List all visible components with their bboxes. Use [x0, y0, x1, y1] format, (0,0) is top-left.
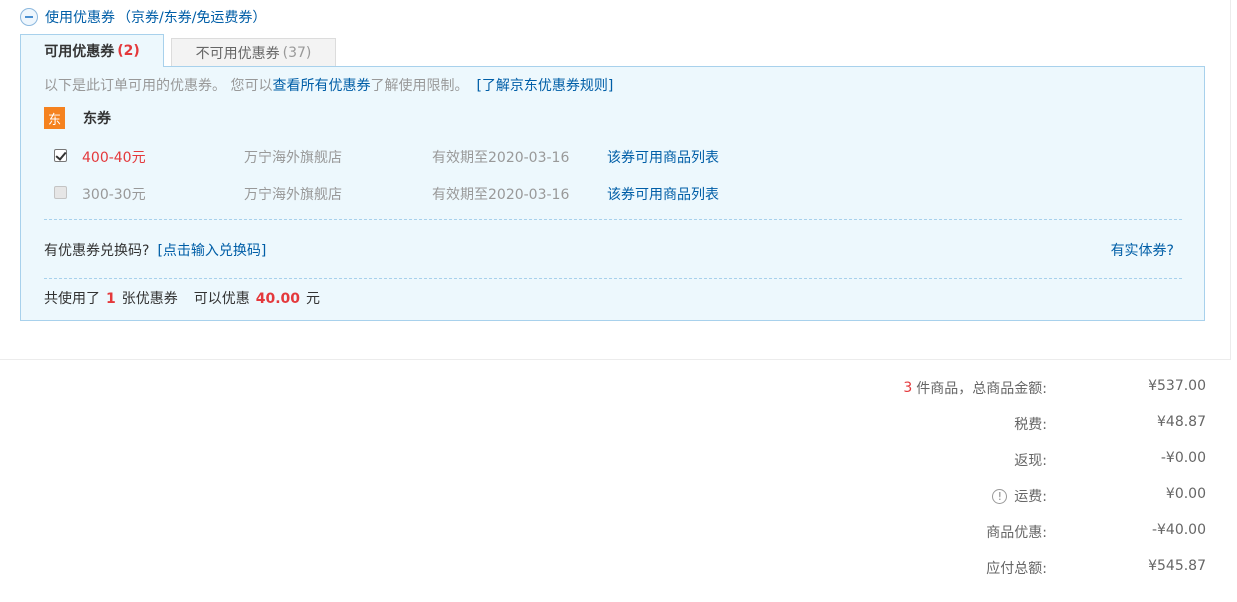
tab-unavailable-coupons[interactable]: 不可用优惠券 (37) — [171, 38, 336, 66]
coupon-valid-date: 有效期至2020-03-16 — [432, 187, 570, 203]
coupon-section: 使用优惠券 （京券/东券/免运费券） 可用优惠券 (2) 不可用优惠券 (37)… — [0, 0, 1231, 360]
view-all-coupons-link[interactable]: 查看所有优惠券 — [272, 78, 370, 94]
coupon-shop: 万宁海外旗舰店 — [244, 150, 342, 166]
coupon-toggle-title[interactable]: 使用优惠券 — [45, 7, 115, 27]
total-row-shipping: ! 运费: ¥0.00 — [846, 480, 1206, 516]
cashback-label: 返现: — [1014, 453, 1047, 469]
coupon-amount: 400-40元 — [82, 150, 146, 166]
shipping-label-wrap: ! 运费: — [992, 486, 1047, 506]
tax-label: 税费: — [1014, 417, 1047, 433]
summary-count: 1 — [106, 291, 116, 307]
redeem-code-row: 有优惠券兑换码? [点击输入兑换码] — [44, 240, 266, 260]
shipping-value: ¥0.00 — [1165, 486, 1206, 502]
summary-amount: 40.00 — [255, 291, 301, 307]
tab-unavailable-count: (37) — [282, 44, 312, 61]
coupon-row[interactable]: 400-40元 万宁海外旗舰店 有效期至2020-03-16 该券可用商品列表 — [21, 145, 1204, 167]
items-count: 3 — [903, 380, 913, 396]
payable-value: ¥545.87 — [1148, 558, 1206, 574]
available-coupon-panel: 以下是此订单可用的优惠券。 您可以查看所有优惠券了解使用限制。 [了解京东优惠券规… — [20, 66, 1205, 321]
total-row-items: 3 件商品，总商品金额: ¥537.00 — [846, 372, 1206, 408]
total-row-discount: 商品优惠: -¥40.00 — [846, 516, 1206, 552]
coupon-amount: 300-30元 — [82, 187, 146, 203]
coupon-products-link[interactable]: 该券可用商品列表 — [607, 184, 719, 204]
divider — [44, 278, 1182, 279]
discount-value: -¥40.00 — [1151, 522, 1206, 538]
intro-suffix: 了解使用限制。 — [370, 78, 469, 94]
total-row-cashback: 返现: -¥0.00 — [846, 444, 1206, 480]
coupon-row[interactable]: 300-30元 万宁海外旗舰店 有效期至2020-03-16 该券可用商品列表 — [21, 182, 1204, 204]
summary-save: 可以优惠 — [193, 291, 250, 307]
tax-value: ¥48.87 — [1157, 414, 1206, 430]
total-row-tax: 税费: ¥48.87 — [846, 408, 1206, 444]
coupon-checkbox[interactable] — [54, 149, 67, 162]
shipping-label: 运费: — [1014, 489, 1047, 505]
summary-unit: 元 — [306, 291, 321, 307]
divider — [44, 219, 1182, 220]
payable-label: 应付总额: — [986, 561, 1047, 577]
summary-mid: 张优惠券 — [121, 291, 178, 307]
coupon-toggle[interactable]: 使用优惠券 （京券/东券/免运费券） — [20, 6, 266, 28]
discount-label: 商品优惠: — [986, 525, 1047, 541]
redeem-code-link[interactable]: [点击输入兑换码] — [157, 243, 266, 259]
coupon-group-header: 东 东券 — [44, 107, 111, 129]
coupon-summary: 共使用了 1 张优惠券 可以优惠 40.00 元 — [44, 288, 320, 308]
coupon-shop: 万宁海外旗舰店 — [244, 187, 342, 203]
info-icon[interactable]: ! — [992, 488, 1008, 504]
tab-available-count: (2) — [117, 43, 140, 59]
tab-unavailable-label: 不可用优惠券 — [195, 45, 280, 62]
coupon-intro: 以下是此订单可用的优惠券。 您可以查看所有优惠券了解使用限制。 [了解京东优惠券规… — [44, 75, 613, 95]
order-totals: 3 件商品，总商品金额: ¥537.00 税费: ¥48.87 返现: -¥0.0… — [846, 372, 1206, 588]
coupon-rules-link[interactable]: [了解京东优惠券规则] — [476, 78, 613, 94]
dong-coupon-badge-icon: 东 — [44, 107, 65, 129]
physical-coupon-link[interactable]: 有实体券? — [1111, 240, 1174, 260]
collapse-icon[interactable] — [20, 8, 38, 26]
items-label-wrap: 3 件商品，总商品金额: — [903, 378, 1047, 398]
coupon-products-link[interactable]: 该券可用商品列表 — [607, 147, 719, 167]
cashback-value: -¥0.00 — [1160, 450, 1206, 466]
coupon-checkbox[interactable] — [54, 186, 67, 199]
total-row-payable: 应付总额: ¥545.87 — [846, 552, 1206, 588]
redeem-prompt: 有优惠券兑换码? — [44, 243, 150, 259]
items-label: 件商品，总商品金额: — [916, 381, 1047, 397]
coupon-toggle-subtitle: （京券/东券/免运费券） — [117, 10, 267, 26]
tab-available-label: 可用优惠券 — [44, 44, 115, 60]
intro-prefix: 以下是此订单可用的优惠券。 您可以 — [44, 78, 273, 94]
coupon-valid-date: 有效期至2020-03-16 — [432, 150, 570, 166]
coupon-group-name: 东券 — [83, 111, 111, 127]
tab-available-coupons[interactable]: 可用优惠券 (2) — [20, 34, 164, 67]
items-value: ¥537.00 — [1148, 378, 1206, 394]
summary-prefix: 共使用了 — [44, 291, 100, 307]
